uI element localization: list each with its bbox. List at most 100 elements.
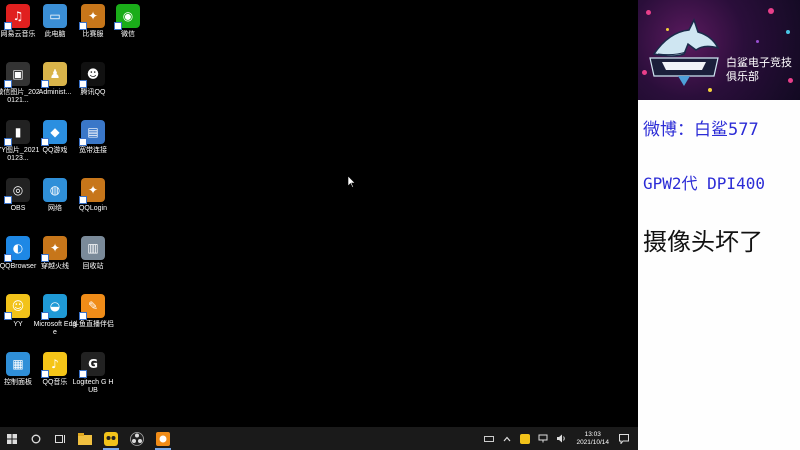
qq-icon: ☻ <box>79 62 105 88</box>
network-icon: ◍ <box>43 178 67 202</box>
stream-info-panel: 白鲨电子竞技 俱乐部 微博：白鲨577 GPW2代 DPI400 摄像头坏了 <box>638 0 800 450</box>
this-pc-icon: ▭ <box>43 4 67 28</box>
shark-logo-icon <box>649 18 720 86</box>
shortcut-arrow-icon <box>4 312 12 320</box>
edge-icon: ◒ <box>41 294 67 320</box>
desktop-icon[interactable]: ◒ Microsoft Edge <box>34 294 76 337</box>
tray-chevron-up-icon[interactable] <box>501 433 513 445</box>
image-file-icon: ▣ <box>4 62 30 88</box>
club-banner: 白鲨电子竞技 俱乐部 <box>638 0 800 100</box>
search-circle-icon <box>31 434 41 443</box>
desktop-icon[interactable]: ▭ 此电脑 <box>36 4 74 39</box>
desktop-icon[interactable]: ✦ 穿越火线 <box>36 236 74 271</box>
club-name-line1: 白鲨电子竞技 <box>726 56 792 69</box>
logitech-ghub-icon: G <box>79 352 105 378</box>
desktop-icon[interactable]: ▥ 回收站 <box>74 236 112 271</box>
desktop-icon[interactable]: ◍ 网络 <box>36 178 74 213</box>
clock-time: 13:03 <box>584 430 601 438</box>
desktop-icon[interactable]: ▮ YY图片_20210123... <box>0 120 39 163</box>
desktop-icon[interactable]: ♪ QQ音乐 <box>36 352 74 387</box>
taskbar-file-explorer[interactable] <box>75 429 95 449</box>
desktop-icon[interactable]: ♫ 网易云音乐 <box>0 4 37 39</box>
tray-yy-icon[interactable] <box>519 433 531 445</box>
desktop-icon-label: 宽带连接 <box>79 147 107 154</box>
shortcut-arrow-icon <box>79 370 87 378</box>
desktop-icon[interactable]: ◉ 微信 <box>109 4 147 39</box>
shortcut-arrow-icon <box>4 22 12 30</box>
shortcut-arrow-icon <box>41 254 49 262</box>
yy-icon: ☺ <box>4 294 30 320</box>
shortcut-arrow-icon <box>4 80 12 88</box>
notification-icon <box>619 433 629 444</box>
system-tray: 13:03 2021/10/14 <box>480 427 638 450</box>
desktop-icon-label: QQLogin <box>78 205 108 212</box>
shortcut-arrow-icon <box>41 80 49 88</box>
shortcut-arrow-icon <box>79 312 87 320</box>
club-name: 白鲨电子竞技 俱乐部 <box>726 56 792 84</box>
taskbar-yy[interactable] <box>101 429 121 450</box>
shortcut-arrow-icon <box>79 196 87 204</box>
shortcut-arrow-icon <box>79 138 87 146</box>
obs-icon <box>130 431 144 446</box>
desktop-icon-label: 斗鱼直播伴侣 <box>72 321 114 328</box>
windows-logo-icon <box>7 433 17 444</box>
qq-game-icon: ◆ <box>41 120 67 146</box>
desktop-icon[interactable]: ✎ 斗鱼直播伴侣 <box>72 294 114 329</box>
douyu-icon <box>156 431 170 446</box>
control-panel-icon: ▦ <box>6 352 30 376</box>
desktop[interactable]: ♫ 网易云音乐 ▭ 此电脑 ✦ 比赛服 ◉ 微信 ▣ 微信图片_2020121... ♟ Admini… <box>0 0 638 427</box>
qqbrowser-icon: ◐ <box>4 236 30 262</box>
netease-music-icon: ♫ <box>4 4 30 30</box>
desktop-icon[interactable]: ◐ QQBrowser <box>0 236 37 271</box>
camera-notice: 摄像头坏了 <box>643 228 763 256</box>
club-name-line2: 俱乐部 <box>726 70 759 83</box>
wechat-icon: ◉ <box>114 4 140 30</box>
desktop-icon-label: Logitech G HUB <box>72 379 114 394</box>
tray-network-icon[interactable] <box>537 433 549 445</box>
desktop-icon-label: 回收站 <box>82 263 104 270</box>
desktop-icon[interactable]: ♟ Administ... <box>36 62 74 97</box>
desktop-icon[interactable]: ✦ QQLogin <box>74 178 112 213</box>
match-server-icon: ✦ <box>79 4 105 30</box>
douyu-icon: ✎ <box>79 294 105 320</box>
task-view-icon <box>54 434 65 443</box>
shortcut-arrow-icon <box>79 22 87 30</box>
cortana-button[interactable] <box>24 427 48 450</box>
shortcut-arrow-icon <box>41 138 49 146</box>
yy-icon <box>104 431 118 446</box>
taskbar-clock[interactable]: 13:03 2021/10/14 <box>576 431 609 447</box>
mouse-spec: GPW2代 DPI400 <box>643 174 765 193</box>
shortcut-arrow-icon <box>4 196 12 204</box>
taskbar-douyu[interactable] <box>153 429 173 450</box>
tray-volume-icon[interactable] <box>555 433 567 445</box>
qqlogin-icon: ✦ <box>79 178 105 204</box>
desktop-icon-label: 腾讯QQ <box>80 89 106 96</box>
desktop-icon[interactable]: ☻ 腾讯QQ <box>74 62 112 97</box>
shortcut-arrow-icon <box>4 254 12 262</box>
action-center-button[interactable] <box>618 433 630 445</box>
taskbar: 13:03 2021/10/14 <box>0 427 638 450</box>
desktop-icon[interactable]: ◆ QQ游戏 <box>36 120 74 155</box>
tray-drive-icon[interactable] <box>483 433 495 445</box>
desktop-icon[interactable]: ▦ 控制面板 <box>0 352 37 387</box>
desktop-icon[interactable]: G Logitech G HUB <box>72 352 114 395</box>
desktop-icon[interactable]: ▤ 宽带连接 <box>74 120 112 155</box>
desktop-icon[interactable]: ◎ OBS <box>0 178 37 213</box>
start-button[interactable] <box>0 427 24 450</box>
shortcut-arrow-icon <box>41 370 49 378</box>
recycle-bin-icon: ▥ <box>81 236 105 260</box>
taskbar-obs[interactable] <box>127 429 147 449</box>
folder-icon <box>78 432 92 445</box>
crossfire-icon: ✦ <box>41 236 67 262</box>
qq-music-icon: ♪ <box>41 352 67 378</box>
shortcut-arrow-icon <box>41 312 49 320</box>
task-view-button[interactable] <box>48 427 72 450</box>
user-folder-icon: ♟ <box>41 62 67 88</box>
desktop-icon-label: 微信 <box>121 31 135 38</box>
desktop-icon[interactable]: ▣ 微信图片_2020121... <box>0 62 40 105</box>
desktop-icon[interactable]: ☺ YY <box>0 294 37 329</box>
shortcut-arrow-icon <box>79 80 87 88</box>
obs-icon: ◎ <box>4 178 30 204</box>
weibo-handle: 微博：白鲨577 <box>643 120 759 140</box>
broadband-icon: ▤ <box>79 120 105 146</box>
